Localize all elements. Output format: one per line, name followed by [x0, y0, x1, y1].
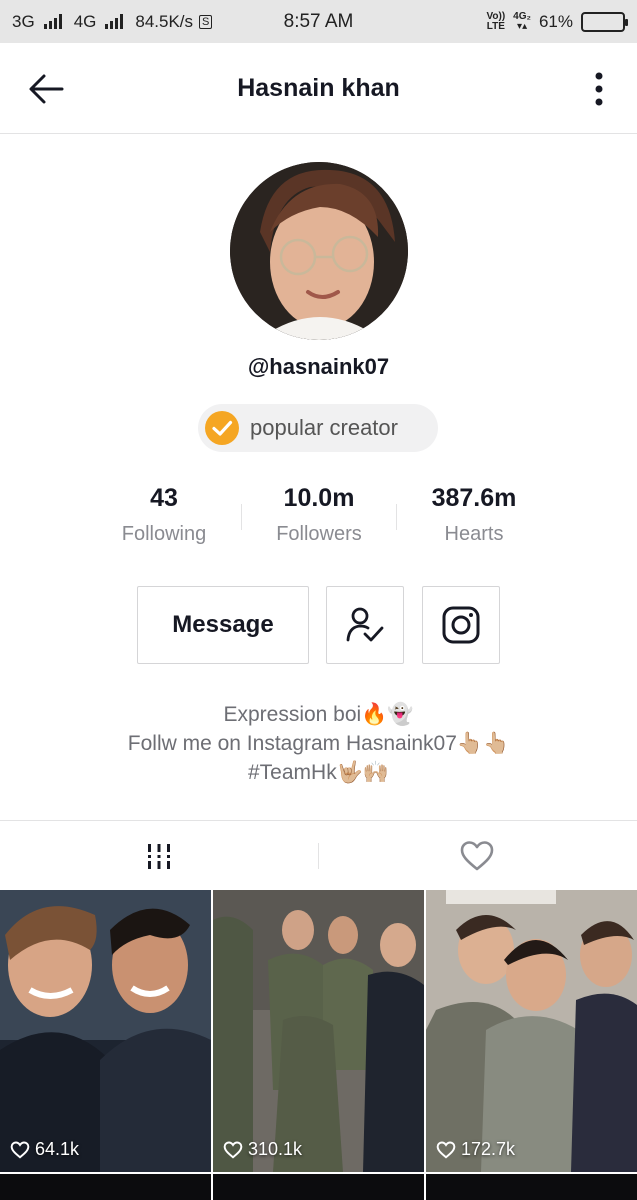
like-count-value: 64.1k [35, 1139, 80, 1159]
profile-header: Hasnain khan [0, 43, 637, 134]
heart-outline-icon [223, 1141, 243, 1158]
profile-bio: Expression boi🔥👻 Follw me on Instagram H… [0, 700, 637, 787]
stat-hearts[interactable]: 387.6m Hearts [394, 484, 554, 546]
arrow-left-icon [29, 74, 64, 104]
battery-icon [581, 11, 628, 32]
signal-icon [43, 14, 62, 29]
video-thumbnail[interactable]: 310.1k [213, 890, 424, 1172]
instagram-button[interactable] [422, 586, 500, 664]
page-title: Hasnain khan [237, 73, 400, 102]
more-vertical-icon [595, 72, 603, 106]
following-status-button[interactable] [326, 586, 404, 664]
like-count: 310.1k [223, 1139, 302, 1160]
network-4g-indicator: 4G₂ ▾▴ [513, 10, 531, 32]
tab-videos[interactable] [0, 821, 318, 891]
like-count-value: 172.7k [461, 1139, 516, 1159]
stat-label: Hearts [444, 523, 504, 545]
more-options-button[interactable] [585, 69, 613, 109]
video-grid: 64.1k 310.1k 172.7k [0, 890, 637, 1200]
username: @hasnaink07 [247, 354, 390, 379]
status-bar: 3G 4G 84.5K/s S 8:57 AM Vo)) LTE 4G₂ ▾▴ 61… [0, 0, 637, 43]
bio-line: Follw me on Instagram Hasnaink07👆🏼👆🏼 [127, 732, 510, 755]
back-button[interactable] [22, 69, 70, 109]
stat-value: 387.6m [431, 484, 517, 512]
sim-icon: S [199, 14, 213, 29]
check-badge-icon [205, 411, 239, 445]
video-thumbnail-partial[interactable] [213, 1174, 424, 1200]
badge-label: popular creator [250, 415, 398, 440]
bio-line: #TeamHk🤟🏼🙌🏼 [248, 761, 389, 784]
video-thumbnail[interactable]: 172.7k [426, 890, 637, 1172]
grid-bars-icon [148, 844, 170, 869]
stat-following[interactable]: 43 Following [84, 484, 244, 546]
like-count-value: 310.1k [248, 1139, 303, 1159]
network-label-4g: 4G [73, 11, 97, 31]
like-count: 172.7k [436, 1139, 515, 1160]
popular-creator-badge: popular creator [198, 404, 438, 452]
stat-label: Following [121, 523, 207, 545]
user-check-icon [346, 607, 384, 642]
battery-percent: 61% [538, 11, 573, 31]
bio-line: Expression boi🔥👻 [223, 703, 414, 726]
volte-indicator: Vo)) LTE [486, 10, 506, 32]
network-speed: 84.5K/s [135, 11, 194, 31]
instagram-icon [442, 606, 480, 644]
stat-label: Followers [276, 523, 362, 545]
heart-outline-icon [460, 841, 494, 871]
profile-stats: 43 Following 10.0m Followers 387.6m Hear… [0, 484, 637, 554]
stat-followers[interactable]: 10.0m Followers [239, 484, 399, 546]
tab-liked[interactable] [318, 821, 636, 891]
stat-value: 10.0m [283, 484, 355, 512]
stat-value: 43 [150, 484, 178, 512]
video-thumbnail-image [0, 890, 211, 1172]
heart-outline-icon [436, 1141, 456, 1158]
video-thumbnail-partial[interactable] [0, 1174, 211, 1200]
message-button[interactable]: Message [137, 586, 309, 664]
heart-outline-icon [10, 1141, 30, 1158]
video-thumbnail-partial[interactable] [426, 1174, 637, 1200]
video-thumbnail[interactable]: 64.1k [0, 890, 211, 1172]
avatar[interactable] [230, 162, 408, 340]
signal-icon [105, 14, 124, 29]
video-thumbnail-image [213, 890, 424, 1172]
like-count: 64.1k [10, 1139, 79, 1160]
video-thumbnail-image [426, 890, 637, 1172]
network-label-3g: 3G [12, 11, 35, 31]
profile-tabs [0, 820, 637, 890]
